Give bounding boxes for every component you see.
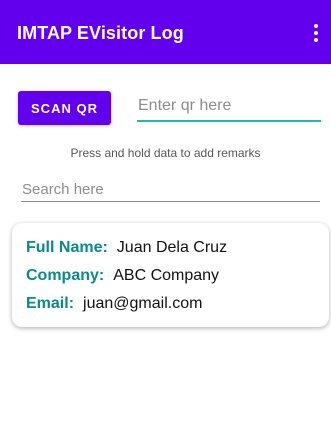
full-name-value: Juan Dela Cruz (116, 239, 228, 256)
qr-input[interactable] (137, 92, 321, 122)
company-value: ABC Company (113, 267, 220, 284)
full-name-row: Full Name: Juan Dela Cruz (26, 239, 227, 257)
full-name-label: Full Name: (26, 239, 108, 256)
company-row: Company: ABC Company (26, 267, 219, 285)
email-row: Email: juan@gmail.com (26, 295, 202, 313)
remarks-hint: Press and hold data to add remarks (70, 146, 261, 160)
app-title: IMTAP EVisitor Log (17, 23, 184, 43)
company-label: Company: (26, 267, 105, 284)
app-bar: IMTAP EVisitor Log (0, 0, 331, 64)
email-value: juan@gmail.com (83, 295, 203, 312)
more-vert-icon[interactable] (309, 22, 323, 44)
scan-qr-button[interactable]: SCAN QR (18, 91, 111, 125)
app-screen: IMTAP EVisitor Log SCAN QR Press and hol… (0, 0, 331, 428)
search-input[interactable] (21, 177, 320, 202)
email-label: Email: (26, 295, 75, 312)
visitor-card[interactable]: Full Name: Juan Dela Cruz Company: ABC Com… (12, 223, 329, 327)
